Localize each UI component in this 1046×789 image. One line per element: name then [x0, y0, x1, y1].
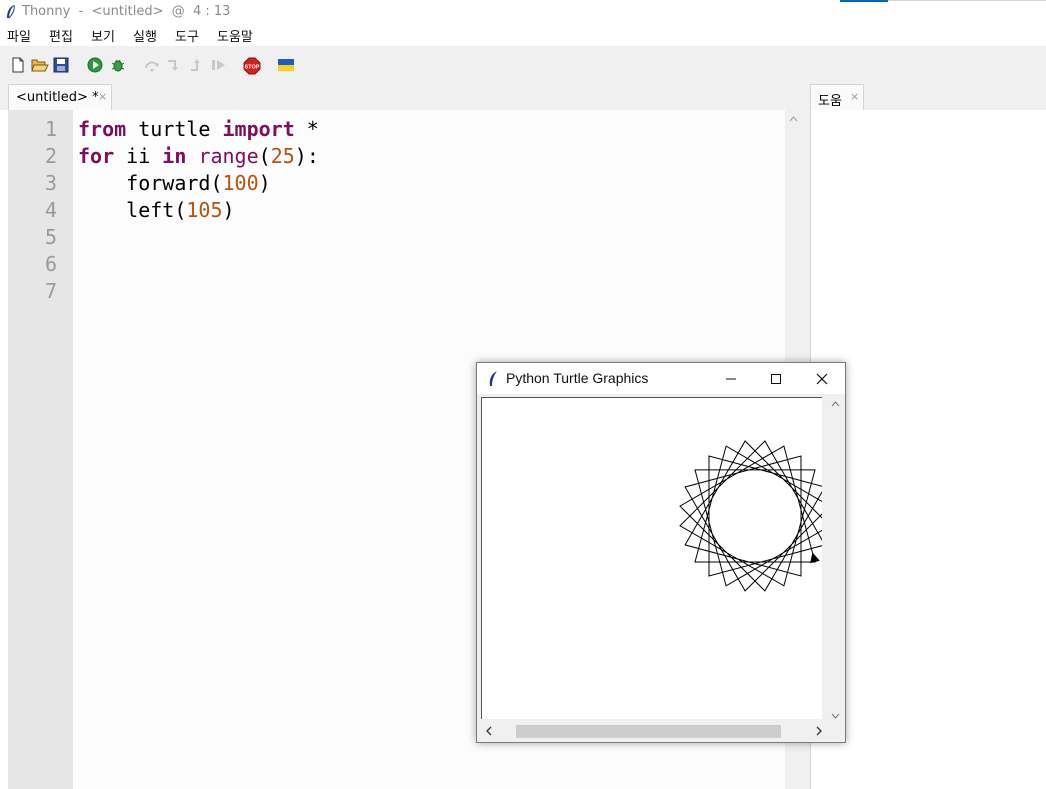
close-icon[interactable]: ×: [850, 90, 859, 103]
code-text: ):: [294, 144, 319, 168]
turtle-horizontal-scrollbar[interactable]: [481, 723, 827, 740]
thonny-logo-icon: [5, 4, 17, 24]
chevron-up-icon[interactable]: [789, 114, 798, 125]
resume-icon[interactable]: [210, 57, 226, 73]
step-out-icon[interactable]: [188, 57, 204, 73]
code-line-1: from turtle import *: [78, 116, 319, 143]
save-icon[interactable]: [53, 57, 69, 73]
tab-row: <untitled> * × 도움 ×: [0, 84, 1046, 110]
close-icon[interactable]: ×: [98, 90, 107, 103]
tab-untitled[interactable]: <untitled> * ×: [8, 84, 112, 110]
line-number: 6: [44, 252, 57, 276]
chevron-up-icon[interactable]: [831, 397, 840, 411]
variable: ii: [114, 144, 163, 168]
code-line-3: forward(100): [78, 170, 271, 197]
title-divider: [888, 0, 1046, 1]
step-over-icon[interactable]: [144, 57, 160, 73]
code-line-2: for ii in range(25):: [78, 143, 319, 170]
module-name: turtle: [126, 117, 223, 141]
line-number: 7: [44, 279, 57, 303]
close-icon[interactable]: [812, 369, 832, 389]
menu-view[interactable]: 보기: [91, 26, 115, 45]
number: 105: [186, 198, 223, 222]
chevron-right-icon[interactable]: [815, 725, 823, 739]
stop-icon[interactable]: STOP: [243, 57, 261, 75]
tab-untitled-label: <untitled> *: [16, 90, 99, 105]
run-icon[interactable]: [87, 57, 103, 73]
code-line-4: left(105): [78, 197, 235, 224]
menu-run[interactable]: 실행: [133, 26, 157, 45]
builtin: range: [198, 144, 259, 168]
chevron-left-icon[interactable]: [485, 725, 493, 739]
turtle-vertical-scrollbar[interactable]: [827, 397, 843, 721]
code-text: ): [222, 198, 235, 222]
code-text: ): [258, 171, 271, 195]
turtle-cursor-icon: [810, 552, 820, 564]
number: 25: [270, 144, 295, 168]
line-number: 1: [44, 117, 57, 141]
menu-tools[interactable]: 도구: [175, 26, 199, 45]
menu-bar: 파일 편집 보기 실행 도구 도움말: [0, 24, 1046, 46]
line-number: 2: [44, 144, 57, 168]
turtle-canvas[interactable]: [481, 397, 831, 719]
turtle-drawing: [679, 440, 831, 592]
line-number-gutter: 1 2 3 4 5 6 7: [8, 110, 73, 789]
code-text: (: [258, 144, 271, 168]
scrollbar-thumb[interactable]: [516, 725, 781, 738]
minimize-icon[interactable]: [721, 369, 741, 389]
new-file-icon[interactable]: [10, 57, 26, 73]
keyword: in: [162, 144, 187, 168]
code-text: forward(: [78, 171, 223, 195]
title-bar: Thonny - <untitled> @ 4 : 13: [0, 0, 1046, 24]
line-number: 4: [44, 198, 57, 222]
tab-help[interactable]: 도움 ×: [810, 84, 864, 110]
number: 100: [222, 171, 259, 195]
line-number: 3: [44, 171, 57, 195]
tab-help-label: 도움: [818, 94, 842, 109]
turtle-title-bar[interactable]: Python Turtle Graphics: [477, 363, 845, 394]
ukraine-flag-icon[interactable]: [278, 57, 294, 73]
line-number: 5: [44, 225, 57, 249]
debug-icon[interactable]: [110, 57, 126, 73]
step-into-icon[interactable]: [166, 57, 182, 73]
turtle-path: [679, 440, 831, 592]
code-text: left(: [78, 198, 187, 222]
menu-file[interactable]: 파일: [7, 26, 31, 45]
menu-edit[interactable]: 편집: [49, 26, 73, 45]
keyword: import: [222, 117, 295, 141]
code-text: *: [294, 117, 319, 141]
keyword: from: [78, 117, 127, 141]
feather-icon: [487, 370, 499, 392]
maximize-icon[interactable]: [766, 369, 786, 389]
title-accent: [840, 0, 888, 2]
toolbar: STOP: [0, 46, 1046, 84]
keyword: for: [78, 144, 115, 168]
open-file-icon[interactable]: [31, 57, 49, 73]
chevron-down-icon[interactable]: [831, 709, 840, 723]
turtle-window-title: Python Turtle Graphics: [506, 370, 649, 386]
stop-label: STOP: [245, 65, 260, 71]
menu-help[interactable]: 도움말: [217, 26, 253, 45]
window-title: Thonny - <untitled> @ 4 : 13: [22, 4, 231, 19]
turtle-window: Python Turtle Graphics: [476, 362, 846, 743]
